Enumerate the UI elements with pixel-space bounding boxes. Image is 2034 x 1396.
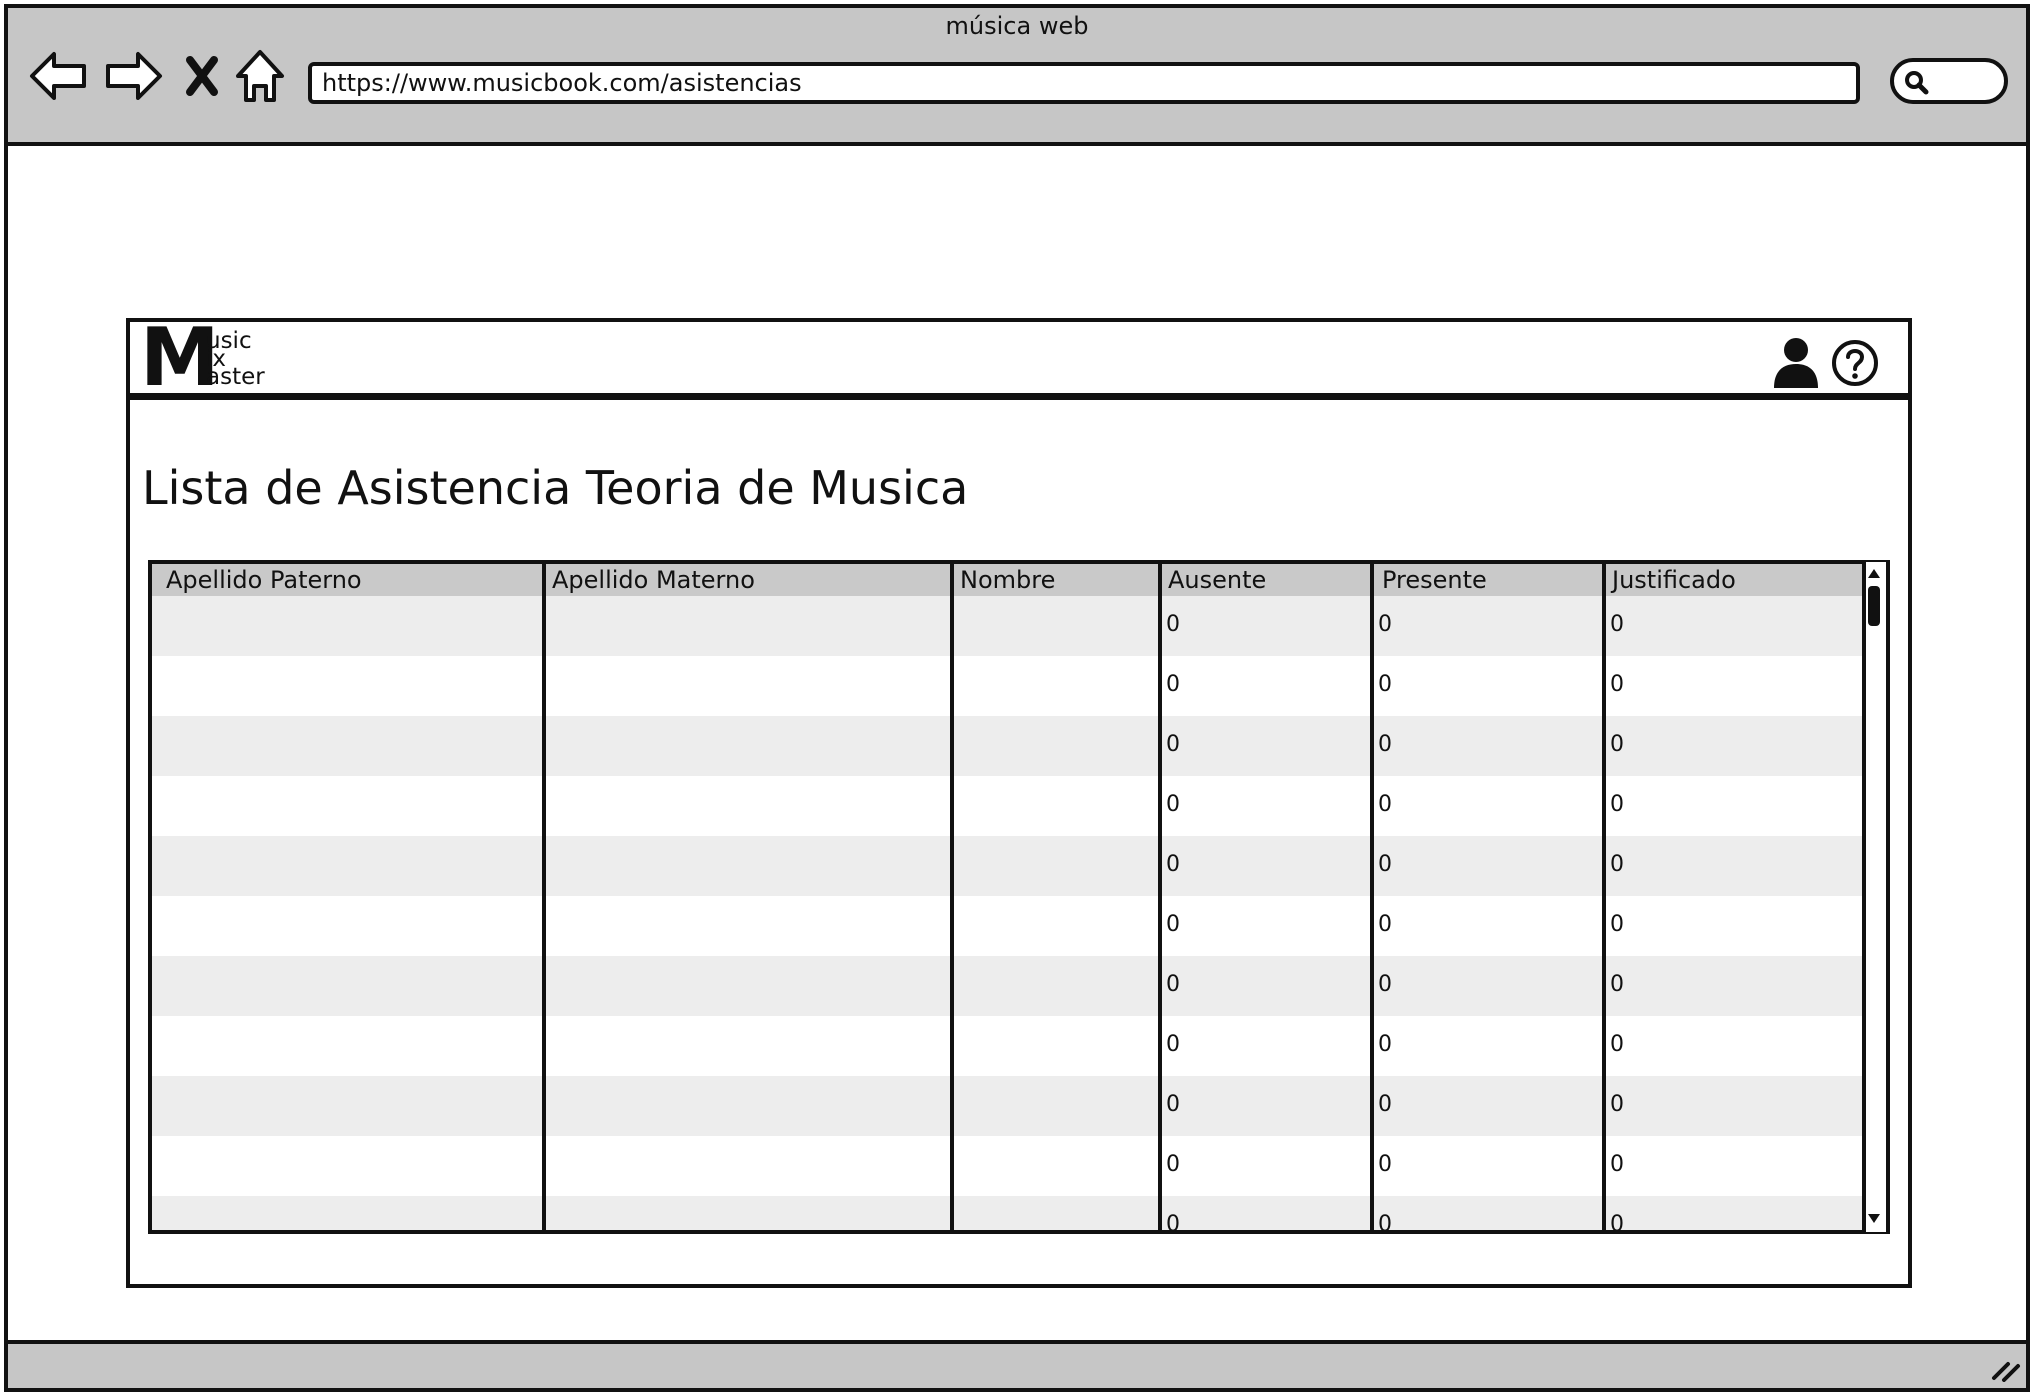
table-cell: 0 <box>1166 912 1180 937</box>
table-row[interactable]: 0 0 0 <box>152 596 1866 656</box>
table-cell: 0 <box>1166 1032 1180 1057</box>
window-title: música web <box>945 12 1089 40</box>
logo-line-3: aster <box>206 364 265 390</box>
column-header-apellido-paterno[interactable]: Apellido Paterno <box>158 564 362 596</box>
help-icon[interactable] <box>1830 338 1880 388</box>
column-divider <box>950 564 954 1230</box>
browser-search-box[interactable] <box>1890 58 2008 104</box>
table-cell: 0 <box>1610 852 1624 877</box>
search-icon <box>1905 71 1929 95</box>
table-cell: 0 <box>1610 732 1624 757</box>
forward-arrow-icon[interactable] <box>102 46 164 106</box>
column-header-nombre[interactable]: Nombre <box>952 564 1055 596</box>
table-cell: 0 <box>1166 1152 1180 1177</box>
table-row[interactable]: 0 0 0 <box>152 776 1866 836</box>
column-divider <box>542 564 546 1230</box>
table-cell: 0 <box>1610 612 1624 637</box>
table-row[interactable]: 0 0 0 <box>152 956 1866 1016</box>
home-icon[interactable] <box>232 46 288 106</box>
user-icon[interactable] <box>1772 336 1820 388</box>
table-cell: 0 <box>1378 972 1392 997</box>
column-header-apellido-materno[interactable]: Apellido Materno <box>544 564 755 596</box>
table-row[interactable]: 0 0 0 <box>152 896 1866 956</box>
close-x-icon[interactable] <box>180 46 224 106</box>
table-cell: 0 <box>1610 972 1624 997</box>
table-cell: 0 <box>1166 612 1180 637</box>
table-cell: 0 <box>1610 912 1624 937</box>
scroll-down-icon[interactable] <box>1866 1212 1882 1226</box>
table-cell: 0 <box>1378 612 1392 637</box>
resize-grip-icon[interactable] <box>1990 1354 2022 1382</box>
table-cell: 0 <box>1610 1152 1624 1177</box>
table-cell: 0 <box>1378 1032 1392 1057</box>
table-cell: 0 <box>1166 1092 1180 1117</box>
table-cell: 0 <box>1610 1092 1624 1117</box>
table-row[interactable]: 0 0 0 <box>152 1016 1866 1076</box>
column-divider <box>1158 564 1162 1230</box>
table-cell: 0 <box>1166 672 1180 697</box>
table-cell: 0 <box>1378 912 1392 937</box>
table-cell: 0 <box>1166 732 1180 757</box>
table-cell: 0 <box>1378 792 1392 817</box>
column-header-ausente[interactable]: Ausente <box>1160 564 1266 596</box>
table-cell: 0 <box>1610 1032 1624 1057</box>
table-cell: 0 <box>1166 972 1180 997</box>
table-cell: 0 <box>1378 672 1392 697</box>
scroll-up-icon[interactable] <box>1866 566 1882 580</box>
table-cell: 0 <box>1378 732 1392 757</box>
scrollbar-thumb[interactable] <box>1868 586 1880 626</box>
table-cell: 0 <box>1166 1212 1180 1234</box>
table-cell: 0 <box>1166 852 1180 877</box>
table-cell: 0 <box>1378 852 1392 877</box>
table-cell: 0 <box>1166 792 1180 817</box>
address-bar[interactable]: https://www.musicbook.com/asistencias <box>308 62 1860 104</box>
column-header-presente[interactable]: Presente <box>1374 564 1487 596</box>
table-cell: 0 <box>1610 672 1624 697</box>
table-row[interactable]: 0 0 0 <box>152 656 1866 716</box>
table-row[interactable]: 0 0 0 <box>152 1136 1866 1196</box>
table-cell: 0 <box>1378 1212 1392 1234</box>
table-row[interactable]: 0 0 0 <box>152 716 1866 776</box>
table-cell: 0 <box>1610 792 1624 817</box>
back-arrow-icon[interactable] <box>28 46 90 106</box>
app-header <box>126 318 1912 396</box>
table-cell: 0 <box>1610 1212 1624 1234</box>
column-divider <box>1370 564 1374 1230</box>
browser-statusbar <box>4 1340 2030 1392</box>
column-header-justificado[interactable]: Justificado <box>1604 564 1736 596</box>
table-cell: 0 <box>1378 1152 1392 1177</box>
page-title: Lista de Asistencia Teoria de Musica <box>142 461 969 515</box>
attendance-table: Apellido Paterno Apellido Materno Nombre… <box>148 560 1890 1234</box>
table-row[interactable]: 0 0 0 <box>152 836 1866 896</box>
table-cell: 0 <box>1378 1092 1392 1117</box>
table-row[interactable]: 0 0 0 <box>152 1076 1866 1136</box>
column-divider <box>1602 564 1606 1230</box>
table-row[interactable]: 0 0 0 <box>152 1196 1866 1234</box>
table-scrollbar[interactable] <box>1862 562 1886 1232</box>
